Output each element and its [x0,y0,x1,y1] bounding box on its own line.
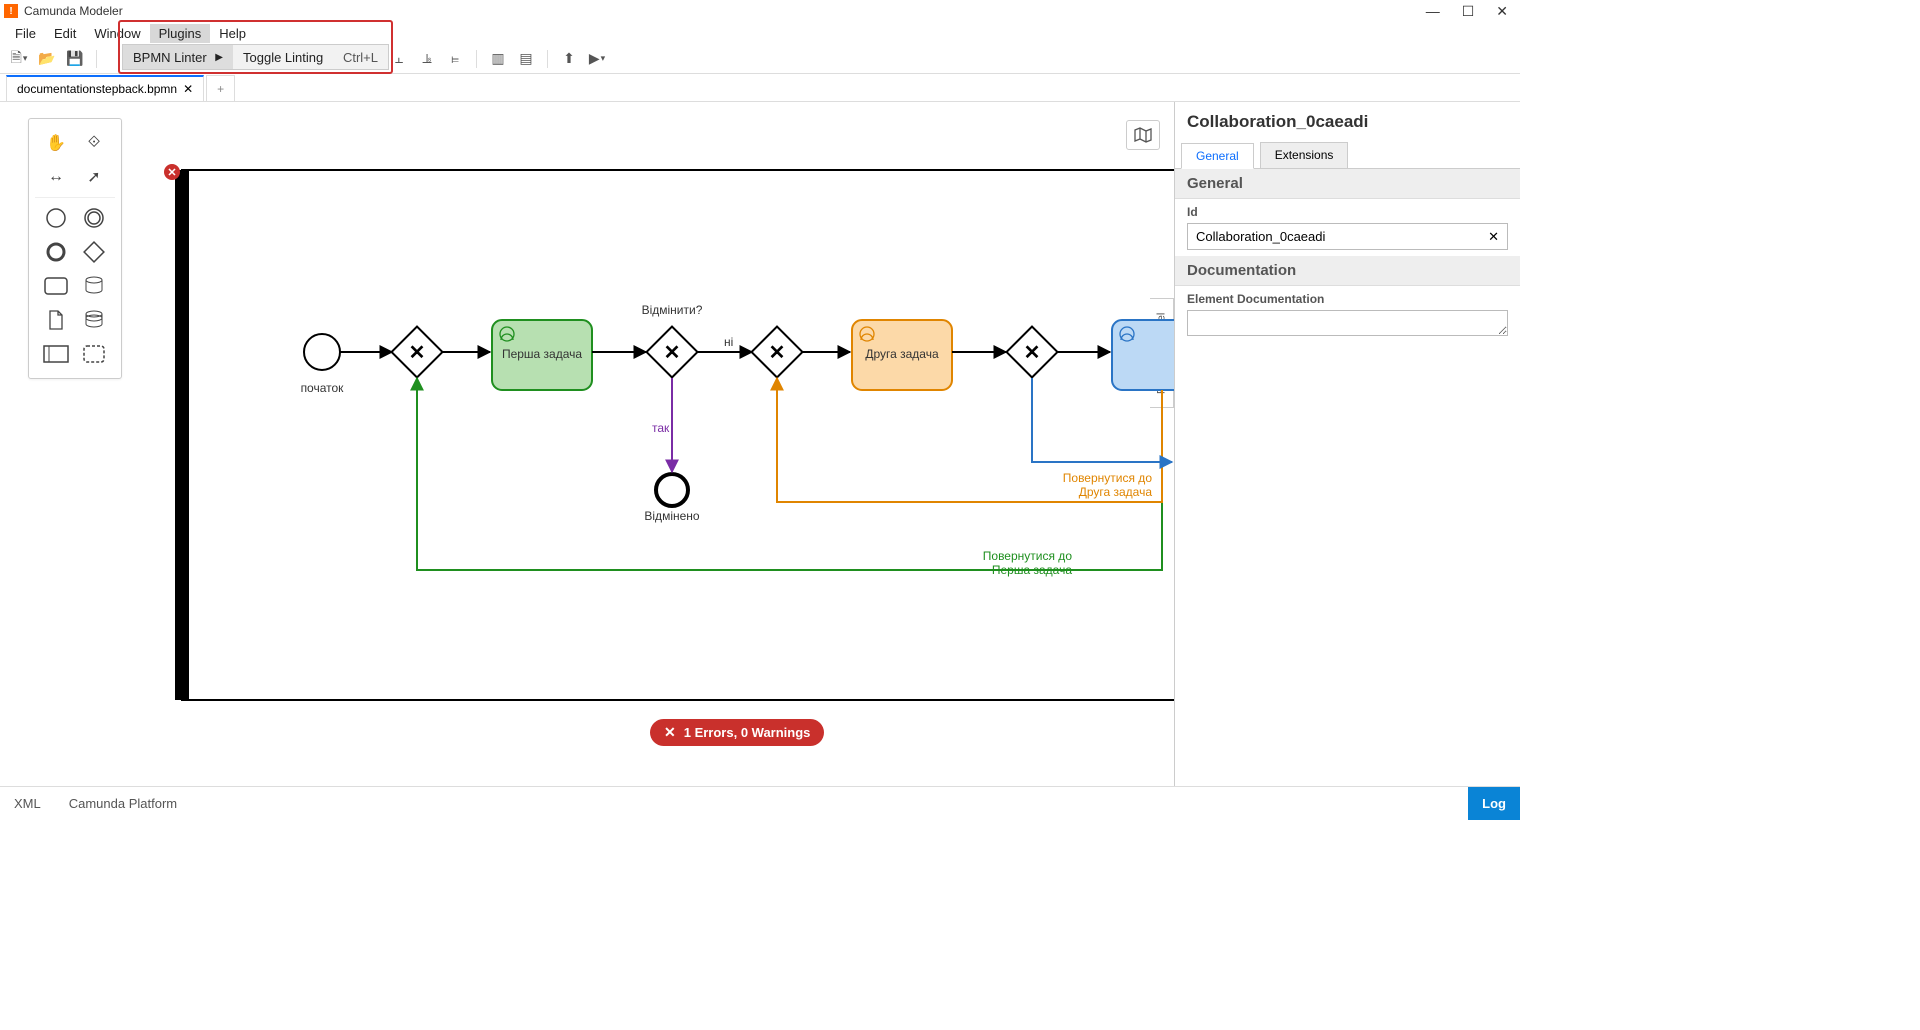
lasso-tool-icon[interactable]: ⟐ [80,129,108,157]
svg-text:✕: ✕ [1024,342,1041,364]
menu-file[interactable]: File [6,24,45,43]
svg-text:✕: ✕ [769,342,786,364]
align-center-button[interactable]: ⫡ [416,48,438,70]
save-file-button[interactable]: 💾 [64,48,86,70]
title-bar: ! Camunda Modeler — ☐ ✕ [0,0,1520,22]
data-store-icon-2[interactable] [80,306,108,334]
bpmn-palette: ✋ ⟐ ↔ ➚ [28,118,122,379]
window-minimize-button[interactable]: — [1426,3,1440,20]
start-event-icon[interactable] [42,204,70,232]
app-logo-icon: ! [4,4,18,18]
data-store-icon[interactable] [80,272,108,300]
footer-log-button[interactable]: Log [1468,787,1520,820]
hand-tool-icon[interactable]: ✋ [42,129,70,157]
plugins-bpmn-linter-submenu[interactable]: BPMN Linter ▶ [123,45,233,69]
align-left-button[interactable]: ⫠ [388,48,410,70]
flow-return-task2-label-2: Друга задача [1079,485,1153,499]
bpmn-gateway-cancel: ✕ [647,327,698,378]
bpmn-task-2-label: Друга задача [865,347,939,361]
bpmn-task-3 [1112,320,1174,390]
lint-status-badge[interactable]: ✕ 1 Errors, 0 Warnings [650,719,824,746]
svg-text:✕: ✕ [664,342,681,364]
end-event-icon[interactable] [42,238,70,266]
document-tab-strip: documentationstepback.bpmn ✕ + [0,74,1520,102]
plugins-toggle-label: Toggle Linting [243,50,323,65]
data-object-icon[interactable] [42,306,70,334]
connect-tool-icon[interactable]: ➚ [80,163,108,191]
menu-plugins[interactable]: Plugins [150,24,211,43]
plugins-bpmn-linter-label: BPMN Linter [133,50,207,65]
close-tab-icon[interactable]: ✕ [183,82,193,96]
submenu-arrow-icon: ▶ [215,52,223,63]
editor-area: ✋ ⟐ ↔ ➚ Prope [0,102,1520,786]
menu-edit[interactable]: Edit [45,24,85,43]
new-tab-button[interactable]: + [206,75,235,101]
new-file-button[interactable]: 🗎▾ [8,48,30,70]
properties-section-documentation: Documentation [1175,256,1520,286]
space-tool-icon[interactable]: ↔ [42,163,70,191]
flow-no-label: ні [724,335,733,349]
properties-doc-textarea[interactable] [1187,310,1508,336]
gateway-icon[interactable] [80,238,108,266]
properties-tab-general[interactable]: General [1181,143,1254,169]
properties-doc-label: Element Documentation [1187,292,1508,306]
properties-section-general: General [1175,169,1520,199]
bpmn-task-1-label: Перша задача [502,347,582,361]
footer-tab-xml[interactable]: XML [0,796,55,811]
bpmn-pool [182,170,1174,700]
flow-yes-label: так [652,421,670,435]
deploy-button[interactable]: ⬆ [558,48,580,70]
bpmn-task-2: Друга задача [852,320,952,390]
svg-text:✕: ✕ [167,167,176,179]
align-right-button[interactable]: ⫢ [444,48,466,70]
flow-return-task1-label-2: Перша задача [992,563,1072,577]
svg-text:✕: ✕ [409,342,426,364]
gateway-cancel-label: Відмінити? [642,303,703,317]
plugins-dropdown: BPMN Linter ▶ Toggle Linting Ctrl+L [122,44,389,70]
footer-tab-platform[interactable]: Camunda Platform [55,796,191,811]
bpmn-gateway-3: ✕ [752,327,803,378]
properties-element-title: Collaboration_0caeadi [1175,102,1520,142]
task-icon[interactable] [42,272,70,300]
menu-window[interactable]: Window [85,24,149,43]
lint-status-text: 1 Errors, 0 Warnings [684,725,811,740]
bpmn-gateway-4: ✕ [1007,327,1058,378]
open-file-button[interactable]: 📂 [36,48,58,70]
properties-id-input[interactable] [1188,224,1480,249]
start-event-label: початок [301,381,345,395]
properties-panel: Collaboration_0caeadi General Extensions… [1174,102,1520,786]
bpmn-task-1: Перша задача [492,320,592,390]
plugins-toggle-shortcut: Ctrl+L [343,50,378,65]
window-maximize-button[interactable]: ☐ [1462,3,1475,20]
bpmn-gateway-1: ✕ [392,327,443,378]
run-button[interactable]: ▶▾ [586,48,608,70]
properties-tab-extensions[interactable]: Extensions [1260,142,1349,168]
document-tab[interactable]: documentationstepback.bpmn ✕ [6,75,204,101]
menu-help[interactable]: Help [210,24,255,43]
clear-id-button[interactable]: ✕ [1480,229,1507,245]
plugins-toggle-linting[interactable]: Toggle Linting Ctrl+L [233,50,388,65]
bpmn-start-event [304,334,340,370]
properties-id-label: Id [1187,205,1508,219]
bpmn-canvas[interactable]: ✕ початок ✕ Перша задача ✕ Відмінити? [150,102,1174,786]
distribute-h-button[interactable]: ▥ [487,48,509,70]
status-bar: XML Camunda Platform Log [0,786,1520,820]
app-title: Camunda Modeler [24,4,123,18]
flow-return-task1-label-1: Повернутися до [983,549,1073,563]
flow-return-task2-label-1: Повернутися до [1063,471,1153,485]
distribute-v-button[interactable]: ▤ [515,48,537,70]
flow-return-task1 [417,378,1162,570]
end-event-cancel-label: Відмінено [644,509,700,523]
intermediate-event-icon[interactable] [80,204,108,232]
bpmn-end-event-cancel [656,474,688,506]
document-tab-label: documentationstepback.bpmn [17,82,177,96]
lint-error-icon: ✕ [664,724,676,741]
menu-bar: File Edit Window Plugins Help BPMN Linte… [0,22,1520,44]
participant-icon[interactable] [42,340,70,368]
group-icon[interactable] [80,340,108,368]
window-close-button[interactable]: ✕ [1496,3,1508,20]
